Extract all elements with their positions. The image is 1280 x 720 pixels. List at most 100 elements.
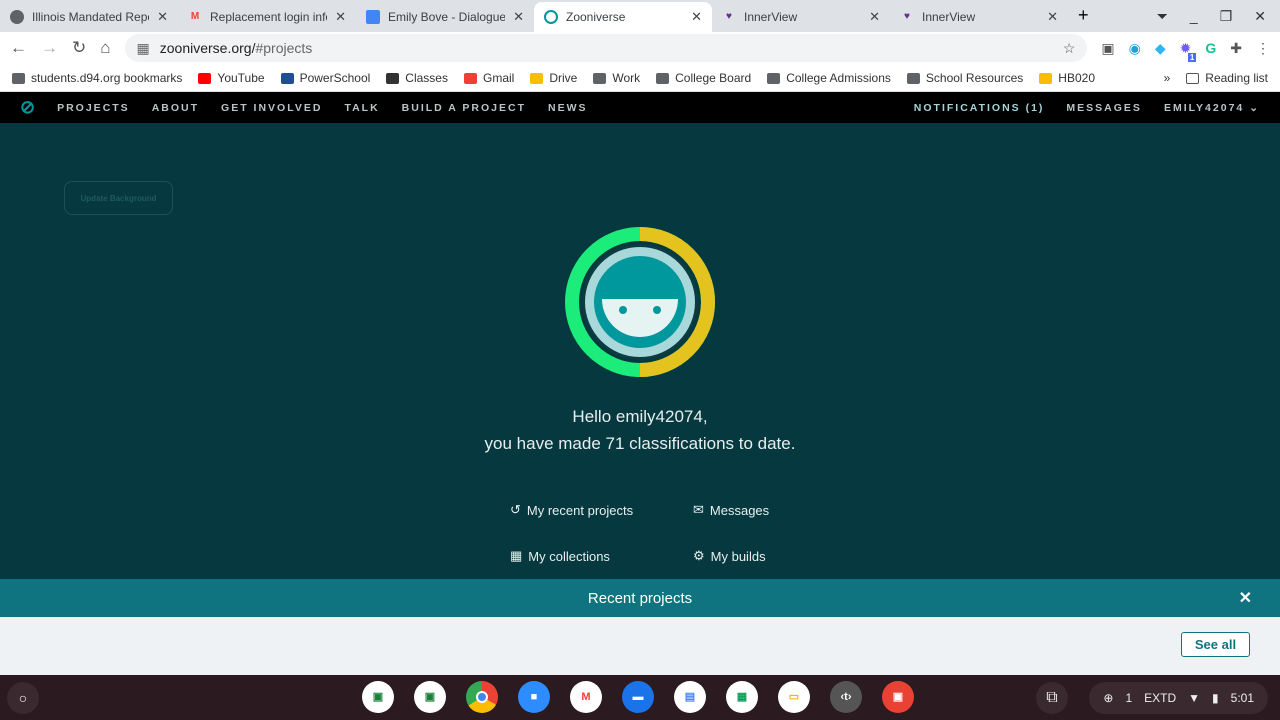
bookmark-5[interactable]: Drive bbox=[530, 71, 577, 85]
site-info-icon[interactable]: ▦ bbox=[137, 40, 150, 57]
browser-toolbar: ← → ↻ ⌂ ▦ zooniverse.org/#projects ☆ ▣ ◉ ◆… bbox=[0, 32, 1280, 64]
holding-space-icon[interactable]: ⧉ bbox=[1036, 682, 1068, 714]
taskbar: ○ ▣ ▣ ■ M ▬ ▤ ▦ ▭ ‹t› ▣ ⧉ ⊕ 1 EXTD ▼ ▮ 5… bbox=[0, 675, 1280, 720]
tab-title: InnerView bbox=[922, 10, 976, 24]
extension-icon[interactable]: ◆ bbox=[1155, 40, 1166, 57]
classroom-icon[interactable]: ▣ bbox=[362, 681, 394, 713]
tab-2[interactable]: Emily Bove - Dialogue P ✕ bbox=[356, 2, 534, 32]
greeting: Hello emily42074, you have made 71 class… bbox=[0, 403, 1280, 457]
folder-icon bbox=[593, 72, 607, 84]
chevron-down-icon: ⌄ bbox=[1249, 101, 1260, 114]
nav-news[interactable]: NEWS bbox=[548, 102, 588, 114]
reload-button[interactable]: ↻ bbox=[72, 38, 86, 58]
files-icon[interactable]: ▬ bbox=[622, 681, 654, 713]
close-icon[interactable]: ✕ bbox=[869, 9, 880, 25]
zooniverse-icon bbox=[544, 10, 558, 24]
link-label: My collections bbox=[528, 548, 610, 564]
bookmark-10[interactable]: HB020 bbox=[1039, 71, 1095, 85]
docs-icon[interactable]: ▤ bbox=[674, 681, 706, 713]
bookmark-2[interactable]: PowerSchool bbox=[280, 71, 370, 85]
tab-5[interactable]: ♥ InnerView ✕ bbox=[890, 2, 1068, 32]
reading-list-label: Reading list bbox=[1205, 70, 1268, 85]
my-collections-link[interactable]: ▦ My collections bbox=[510, 548, 610, 564]
bookmark-8[interactable]: College Admissions bbox=[767, 71, 891, 85]
close-icon[interactable]: ✕ bbox=[513, 9, 524, 25]
nav-talk[interactable]: TALK bbox=[344, 102, 379, 114]
minimize-button[interactable]: _ bbox=[1190, 8, 1198, 25]
close-icon[interactable]: ✕ bbox=[1239, 588, 1252, 608]
tab-1[interactable]: M Replacement login info ✕ bbox=[178, 2, 356, 32]
back-button[interactable]: ← bbox=[10, 38, 27, 58]
address-bar[interactable]: ▦ zooniverse.org/#projects ☆ bbox=[124, 34, 1088, 62]
tab-search-icon[interactable]: ⏷ bbox=[1157, 8, 1168, 25]
forward-button[interactable]: → bbox=[41, 38, 58, 58]
bookmark-label: College Board bbox=[675, 70, 752, 85]
classes-icon bbox=[386, 72, 400, 84]
close-icon[interactable]: ✕ bbox=[157, 9, 168, 25]
menu-icon[interactable]: ⋮ bbox=[1256, 40, 1270, 57]
bookmark-0[interactable]: students.d94.org bookmarks bbox=[12, 71, 182, 85]
bookmark-9[interactable]: School Resources bbox=[906, 71, 1023, 85]
classroom-teacher-icon[interactable]: ▣ bbox=[414, 681, 446, 713]
gallery-icon[interactable]: ▣ bbox=[882, 681, 914, 713]
bookmark-6[interactable]: Work bbox=[593, 71, 640, 85]
nav-messages[interactable]: MESSAGES bbox=[1066, 102, 1142, 114]
new-tab-button[interactable]: + bbox=[1068, 5, 1089, 32]
user-menu[interactable]: EMILY42074 ⌄ bbox=[1164, 102, 1260, 114]
extension-icon[interactable]: ▣ bbox=[1101, 40, 1114, 57]
update-background-button[interactable]: Update Background bbox=[64, 181, 173, 215]
globe-icon bbox=[10, 10, 24, 24]
folder-icon bbox=[906, 72, 920, 84]
star-icon[interactable]: ☆ bbox=[1063, 40, 1076, 57]
zoom-icon[interactable]: ■ bbox=[518, 681, 550, 713]
text-editor-icon[interactable]: ‹t› bbox=[830, 681, 862, 713]
bookmarks-overflow[interactable]: » bbox=[1164, 71, 1171, 85]
nav-about[interactable]: ABOUT bbox=[152, 102, 199, 114]
extension-icon[interactable]: ✹ 1 bbox=[1180, 40, 1197, 62]
bookmark-7[interactable]: College Board bbox=[656, 71, 751, 85]
bookmark-3[interactable]: Classes bbox=[386, 71, 448, 85]
bookmarks-bar: students.d94.org bookmarks YouTube Power… bbox=[0, 64, 1280, 92]
youtube-icon bbox=[198, 72, 212, 84]
innerview-icon: ♥ bbox=[904, 11, 910, 22]
see-all-button[interactable]: See all bbox=[1181, 632, 1250, 657]
nav-notifications[interactable]: NOTIFICATIONS (1) bbox=[914, 102, 1045, 114]
notification-icon: ⊕ bbox=[1103, 691, 1114, 705]
tab-title: Emily Bove - Dialogue P bbox=[388, 10, 506, 24]
close-icon[interactable]: ✕ bbox=[335, 9, 346, 25]
close-window-button[interactable]: ✕ bbox=[1254, 8, 1266, 25]
my-builds-link[interactable]: ⚙ My builds bbox=[693, 548, 766, 564]
extension-icon[interactable]: ◉ bbox=[1129, 40, 1141, 57]
tab-4[interactable]: ♥ InnerView ✕ bbox=[712, 2, 890, 32]
sheets-icon[interactable]: ▦ bbox=[726, 681, 758, 713]
nav-get-involved[interactable]: GET INVOLVED bbox=[221, 102, 322, 114]
reading-list[interactable]: Reading list bbox=[1186, 71, 1268, 85]
messages-link[interactable]: ✉ Messages bbox=[693, 502, 769, 518]
puzzle-icon[interactable]: ✚ bbox=[1230, 40, 1242, 57]
maximize-button[interactable]: ❐ bbox=[1220, 8, 1233, 25]
tab-title: Illinois Mandated Repor bbox=[32, 10, 150, 24]
link-label: Messages bbox=[709, 502, 770, 518]
zooniverse-logo-icon[interactable]: ⊘ bbox=[20, 97, 37, 118]
nav-projects[interactable]: PROJECTS bbox=[57, 102, 130, 114]
close-icon[interactable]: ✕ bbox=[691, 9, 702, 25]
close-icon[interactable]: ✕ bbox=[1047, 9, 1058, 25]
tab-0[interactable]: Illinois Mandated Repor ✕ bbox=[0, 2, 178, 32]
classification-count: you have made 71 classifications to date… bbox=[484, 434, 796, 453]
my-recent-projects-link[interactable]: ↺ My recent projects bbox=[510, 502, 633, 518]
envelope-icon: ✉ bbox=[693, 502, 704, 517]
nav-build-a-project[interactable]: BUILD A PROJECT bbox=[402, 102, 526, 114]
tab-3[interactable]: Zooniverse ✕ bbox=[534, 2, 712, 32]
user-name: EMILY42074 bbox=[1163, 101, 1245, 114]
recent-projects-title: Recent projects bbox=[587, 589, 693, 607]
url-path: #projects bbox=[255, 40, 313, 56]
home-button[interactable]: ⌂ bbox=[100, 38, 110, 58]
chrome-icon[interactable] bbox=[466, 681, 498, 713]
bookmark-1[interactable]: YouTube bbox=[198, 71, 265, 85]
slides-icon[interactable]: ▭ bbox=[778, 681, 810, 713]
system-tray[interactable]: ⊕ 1 EXTD ▼ ▮ 5:01 bbox=[1089, 682, 1268, 714]
launcher-icon[interactable]: ○ bbox=[7, 682, 39, 714]
grammarly-icon[interactable]: G bbox=[1205, 40, 1216, 56]
bookmark-4[interactable]: Gmail bbox=[463, 71, 514, 85]
gmail-icon[interactable]: M bbox=[570, 681, 602, 713]
